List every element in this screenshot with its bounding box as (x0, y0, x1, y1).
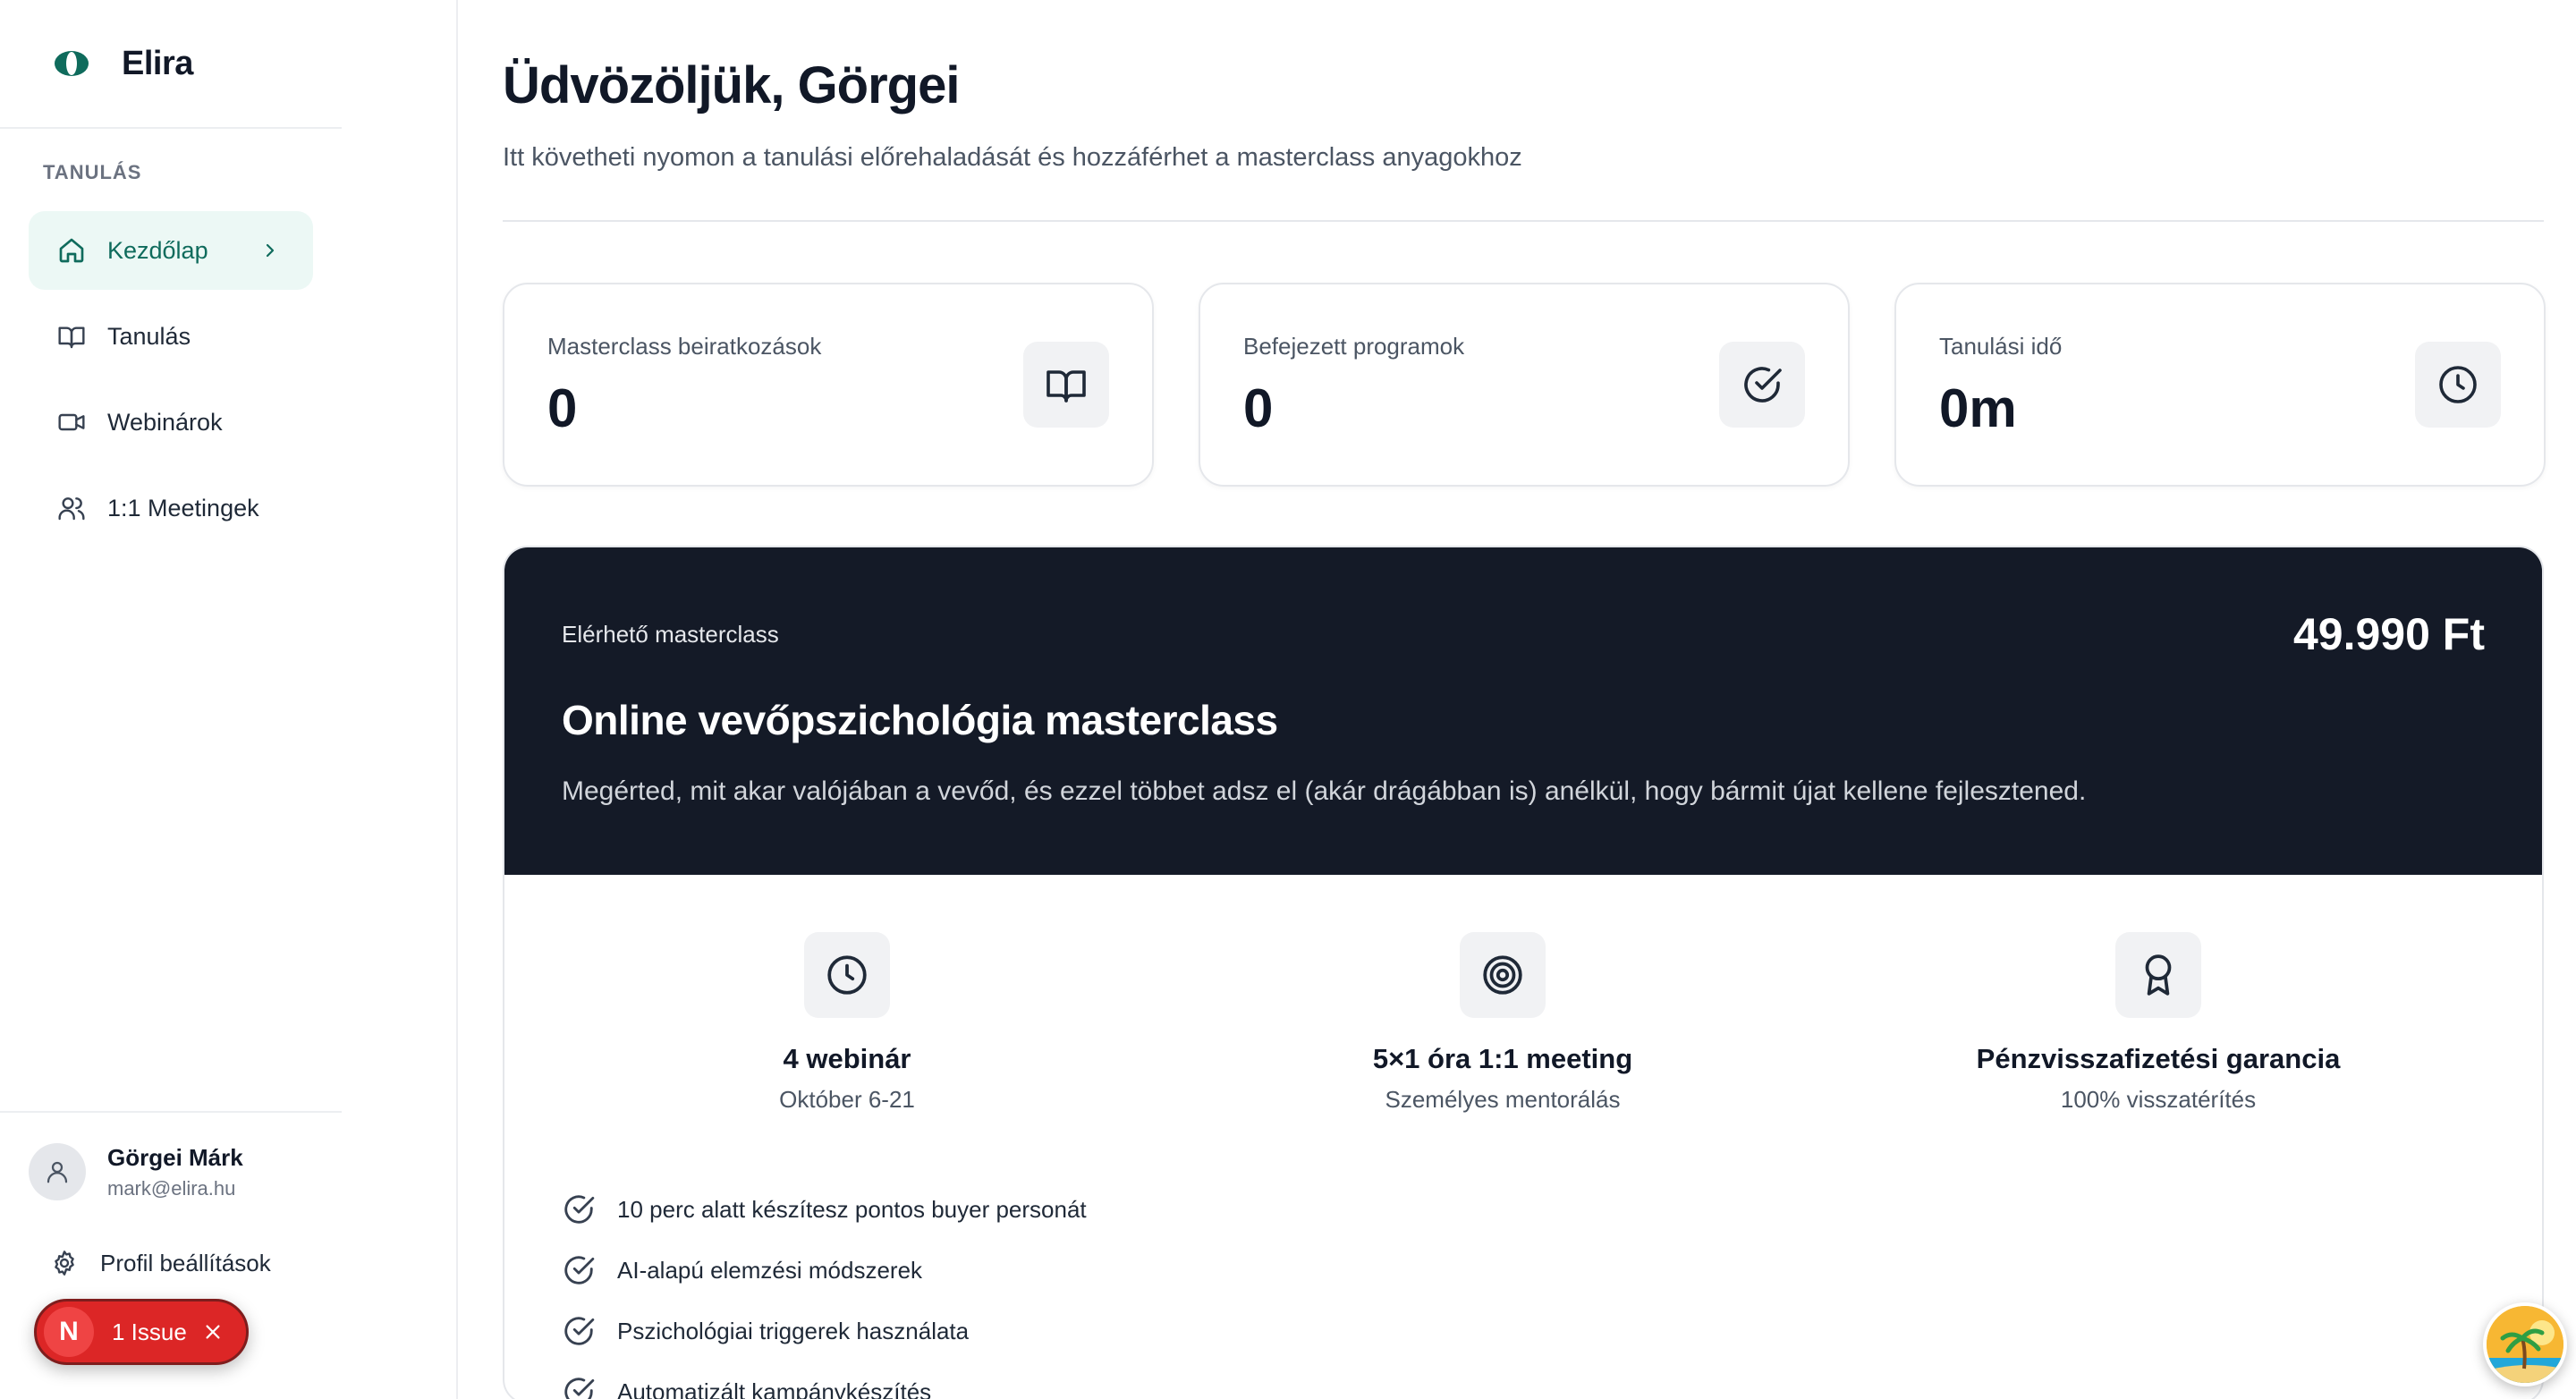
feature-subtitle: Személyes mentorálás (1385, 1086, 1621, 1113)
sidebar-item-webinarok[interactable]: Webinárok (29, 383, 313, 462)
elira-logo-icon (54, 50, 89, 77)
stat-label: Befejezett programok (1243, 333, 1465, 360)
user-info: Görgei Márk mark@elira.hu (107, 1144, 243, 1200)
clock-icon (2415, 342, 2501, 428)
brand-name: Elira (122, 44, 193, 82)
masterclass-description: Megérted, mit akar valójában a vevőd, és… (562, 776, 2087, 806)
user-profile[interactable]: Görgei Márk mark@elira.hu (29, 1143, 243, 1200)
list-item: AI-alapú elemzési módszerek (562, 1240, 1087, 1301)
check-circle-icon (1719, 342, 1805, 428)
benefit-text: Automatizált kampánykészítés (617, 1378, 932, 1399)
sidebar-item-label: Tanulás (107, 322, 191, 350)
main-content: Üdvözöljük, Görgei Itt követheti nyomon … (458, 0, 2576, 1399)
sidebar-item-label: 1:1 Meetingek (107, 494, 259, 521)
feature-title: 4 webinár (783, 1043, 911, 1074)
close-icon[interactable] (203, 1322, 223, 1342)
sidebar-divider (0, 1111, 342, 1113)
check-circle-icon (564, 1256, 595, 1285)
stat-card-learning-time: Tanulási idő 0m (1894, 283, 2546, 487)
masterclass-card[interactable]: Elérhető masterclass 49.990 Ft Online ve… (503, 546, 2544, 1399)
feature-title: Pénzvisszafizetési garancia (1976, 1043, 2341, 1074)
stat-card-enrollments: Masterclass beiratkozások 0 (503, 283, 1154, 487)
feature-guarantee: Pénzvisszafizetési garancia 100% visszat… (1890, 932, 2427, 1114)
stat-label: Tanulási idő (1939, 333, 2063, 360)
book-icon (57, 322, 86, 351)
users-icon (57, 494, 86, 522)
stat-value: 0 (1243, 378, 1274, 438)
feature-subtitle: 100% visszatérítés (2060, 1086, 2257, 1113)
list-item: Pszichológiai triggerek használata (562, 1301, 1087, 1361)
masterclass-price: 49.990 Ft (2292, 609, 2485, 659)
sidebar-item-tanulas[interactable]: Tanulás (29, 297, 313, 376)
sidebar-item-kezdolap[interactable]: Kezdőlap (29, 211, 313, 290)
home-icon (57, 236, 86, 265)
feature-title: 5×1 óra 1:1 meeting (1372, 1043, 1633, 1074)
clock-icon (804, 932, 890, 1018)
target-icon (1460, 932, 1546, 1018)
brand[interactable]: Elira (0, 0, 342, 129)
chevron-right-icon (259, 240, 281, 261)
sidebar: Elira TANULÁS Kezdőlap Tanulás Webinárok… (0, 0, 458, 1399)
sidebar-item-label: Webinárok (107, 408, 223, 436)
stat-card-completed: Befejezett programok 0 (1199, 283, 1850, 487)
avatar (29, 1143, 86, 1200)
video-icon (57, 408, 86, 437)
check-circle-icon (564, 1195, 595, 1224)
feature-meetings: 5×1 óra 1:1 meeting Személyes mentorálás (1234, 932, 1771, 1114)
profile-settings-label: Profil beállítások (100, 1249, 271, 1276)
check-circle-icon (564, 1317, 595, 1345)
award-icon (2115, 932, 2201, 1018)
feature-subtitle: Október 6-21 (779, 1086, 915, 1113)
sidebar-item-meetingek[interactable]: 1:1 Meetingek (29, 469, 313, 547)
benefit-text: AI-alapú elemzési módszerek (617, 1256, 923, 1284)
benefit-text: 10 perc alatt készítesz pontos buyer per… (617, 1195, 1087, 1223)
issue-count: 1 Issue (112, 1318, 187, 1345)
stat-value: 0 (547, 378, 578, 438)
issue-badge[interactable]: N 1 Issue (34, 1299, 249, 1365)
stat-value: 0m (1939, 378, 2017, 438)
profile-settings-link[interactable]: Profil beállítások (50, 1249, 271, 1277)
feature-webinars: 4 webinár Október 6-21 (579, 932, 1115, 1114)
nav-section-label: TANULÁS (43, 161, 142, 183)
stat-label: Masterclass beiratkozások (547, 333, 822, 360)
page-subtitle: Itt követheti nyomon a tanulási előrehal… (503, 143, 1522, 172)
masterclass-hero: Elérhető masterclass 49.990 Ft Online ve… (504, 547, 2542, 875)
list-item: Automatizált kampánykészítés (562, 1361, 1087, 1399)
masterclass-kicker: Elérhető masterclass (562, 621, 779, 648)
user-email: mark@elira.hu (107, 1176, 236, 1200)
assistant-avatar-button[interactable] (2483, 1302, 2567, 1386)
gear-icon (55, 1251, 74, 1276)
benefit-text: Pszichológiai triggerek használata (617, 1317, 970, 1344)
check-circle-icon (564, 1378, 595, 1399)
sidebar-item-label: Kezdőlap (107, 236, 208, 264)
header-divider (503, 220, 2544, 222)
book-open-icon (1023, 342, 1109, 428)
benefit-list: 10 perc alatt készítesz pontos buyer per… (562, 1179, 1087, 1399)
list-item: 10 perc alatt készítesz pontos buyer per… (562, 1179, 1087, 1240)
nextjs-logo-icon: N (44, 1307, 94, 1357)
masterclass-title: Online vevőpszichológia masterclass (562, 697, 1278, 743)
user-name: Görgei Márk (107, 1143, 243, 1171)
page-title: Üdvözöljük, Görgei (503, 56, 960, 114)
